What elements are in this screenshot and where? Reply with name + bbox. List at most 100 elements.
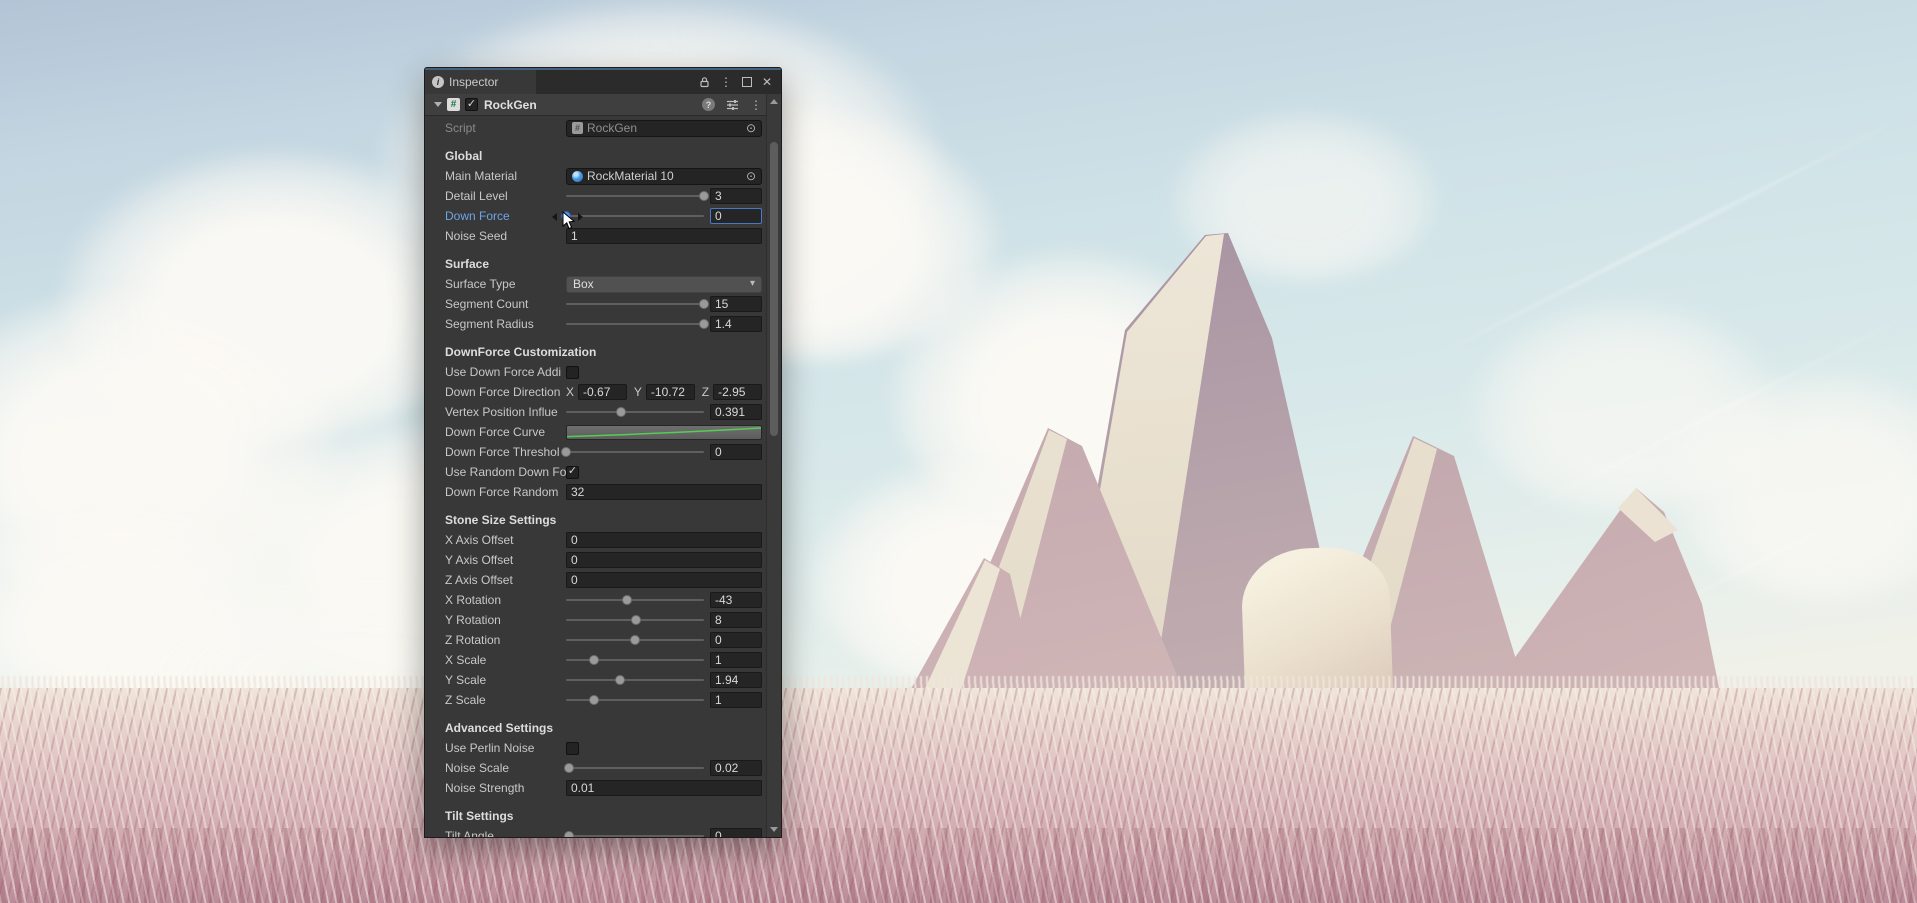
section-header-advanced-settings: Advanced Settings — [445, 721, 554, 735]
slider-thumb[interactable] — [631, 615, 642, 625]
text-field[interactable]: 1 — [566, 228, 762, 244]
inspector-body: Script # RockGen ⊙ Global Main Material RockMa… — [425, 116, 766, 837]
slider-thumb[interactable] — [616, 407, 627, 417]
scroll-down-icon[interactable] — [770, 827, 778, 832]
row-y-rotation: Y Rotation 8 — [425, 610, 766, 630]
slider-thumb[interactable] — [614, 675, 625, 685]
slider-thumb[interactable] — [699, 191, 709, 201]
text-field[interactable]: 0 — [566, 572, 762, 588]
text-field[interactable]: 0 — [566, 552, 762, 568]
row-segment-radius: Segment Radius 1.4 — [425, 314, 766, 334]
value-field[interactable]: 0 — [710, 208, 762, 224]
value-field[interactable]: -43 — [710, 592, 762, 608]
slider-track[interactable] — [566, 299, 709, 309]
slider-thumb[interactable] — [588, 695, 599, 705]
row-down-force-curve: Down Force Curve — [425, 422, 766, 442]
row-z-scale: Z Scale 1 — [425, 690, 766, 710]
maximize-icon[interactable] — [741, 77, 752, 87]
vector-field-z[interactable]: -2.95 — [713, 384, 762, 400]
field-label: Down Force — [445, 209, 510, 223]
row-x-rotation: X Rotation -43 — [425, 590, 766, 610]
row-main-material: Main Material RockMaterial 10 ⊙ — [425, 166, 766, 186]
slider-track[interactable] — [566, 675, 704, 685]
vector-field-y[interactable]: -10.72 — [645, 384, 695, 400]
window-controls: ⋮ ✕ — [699, 70, 781, 94]
slider-track[interactable] — [566, 407, 704, 417]
text-field[interactable]: 0 — [566, 532, 762, 548]
scrollbar-thumb[interactable] — [770, 142, 778, 436]
value-field[interactable]: 3 — [710, 188, 762, 204]
curve-field[interactable] — [566, 424, 762, 440]
scrollbar[interactable] — [766, 94, 781, 837]
row-y-scale: Y Scale 1.94 — [425, 670, 766, 690]
row-vertex-position-influe: Vertex Position Influe 0.391 — [425, 402, 766, 422]
scroll-up-icon[interactable] — [770, 99, 778, 104]
lock-icon[interactable] — [699, 76, 710, 88]
section-header-stone-size-settings: Stone Size Settings — [445, 513, 557, 527]
slider-track[interactable] — [566, 319, 709, 329]
dropdown-surface-type[interactable]: Box ▾ — [566, 275, 762, 293]
value-field[interactable]: 1.94 — [710, 672, 762, 688]
value-field[interactable]: 15 — [710, 296, 762, 312]
text-field[interactable]: 32 — [566, 484, 762, 500]
component-enabled-checkbox[interactable]: ✓ — [465, 98, 478, 111]
field-label: Main Material — [445, 169, 518, 183]
slider-track[interactable] — [561, 447, 704, 457]
check-icon: ✓ — [567, 465, 578, 477]
window-menu-icon[interactable]: ⋮ — [720, 76, 732, 88]
value-field[interactable]: 8 — [710, 612, 762, 628]
grass-shadow-streaks — [0, 828, 1917, 903]
tab-title: Inspector — [449, 75, 499, 89]
value-field[interactable]: 0 — [710, 632, 762, 648]
presets-icon[interactable] — [726, 99, 739, 111]
inspector-window: i Inspector ⋮ ✕ # ✓ RockGen ? ⋮ Script #… — [424, 67, 782, 838]
slider-thumb[interactable] — [630, 635, 640, 645]
checkbox-use-perlin-noise[interactable] — [566, 741, 579, 755]
value-field[interactable]: 0 — [710, 828, 762, 837]
checkbox-use-random-down-fo[interactable]: ✓ — [566, 465, 579, 479]
slider-thumb[interactable] — [588, 655, 599, 665]
value-field[interactable]: 1 — [710, 692, 762, 708]
value-field[interactable]: 0.02 — [710, 760, 762, 776]
object-picker-icon[interactable]: ⊙ — [746, 122, 756, 134]
text-field[interactable]: 0.01 — [566, 780, 762, 796]
slider-thumb[interactable] — [563, 831, 574, 837]
field-label: Vertex Position Influe — [445, 405, 558, 419]
slider-track[interactable] — [552, 211, 704, 230]
slider-track[interactable] — [566, 615, 704, 625]
object-picker-icon[interactable]: ⊙ — [746, 170, 756, 182]
row-z-rotation: Z Rotation 0 — [425, 630, 766, 650]
tab-inspector[interactable]: i Inspector — [425, 70, 536, 94]
slider-track[interactable] — [563, 831, 704, 837]
close-icon[interactable]: ✕ — [762, 76, 772, 88]
section-header-tilt-settings: Tilt Settings — [445, 809, 514, 823]
checkbox-use-down-force-addi[interactable] — [566, 365, 579, 379]
slider-track[interactable] — [566, 595, 704, 605]
foldout-arrow-icon[interactable] — [434, 102, 442, 107]
slider-track[interactable] — [566, 635, 704, 645]
value-field[interactable]: 1 — [710, 652, 762, 668]
field-label: Use Random Down Fo — [445, 465, 566, 479]
slider-thumb[interactable] — [699, 319, 709, 329]
object-field-value: RockGen — [587, 121, 638, 135]
slider-thumb[interactable] — [561, 447, 571, 457]
slider-track[interactable] — [563, 763, 704, 773]
help-icon[interactable]: ? — [702, 98, 715, 111]
component-name: RockGen — [484, 97, 537, 112]
slider-thumb[interactable] — [563, 763, 574, 773]
value-field[interactable]: 0.391 — [710, 404, 762, 420]
field-label: Surface Type — [445, 277, 516, 291]
slider-track[interactable] — [566, 191, 709, 201]
slider-thumb[interactable] — [699, 299, 709, 309]
vector-field-x[interactable]: -0.67 — [578, 384, 627, 400]
field-label: Y Rotation — [445, 613, 501, 627]
slider-track[interactable] — [566, 695, 704, 705]
object-field[interactable]: RockMaterial 10 ⊙ — [566, 167, 762, 185]
object-field-script[interactable]: # RockGen ⊙ — [566, 119, 762, 137]
value-field[interactable]: 1.4 — [710, 316, 762, 332]
slider-thumb[interactable] — [621, 595, 632, 605]
slider-track[interactable] — [566, 655, 704, 665]
component-menu-icon[interactable]: ⋮ — [750, 99, 762, 111]
field-label: Z Rotation — [445, 633, 501, 647]
value-field[interactable]: 0 — [710, 444, 762, 460]
